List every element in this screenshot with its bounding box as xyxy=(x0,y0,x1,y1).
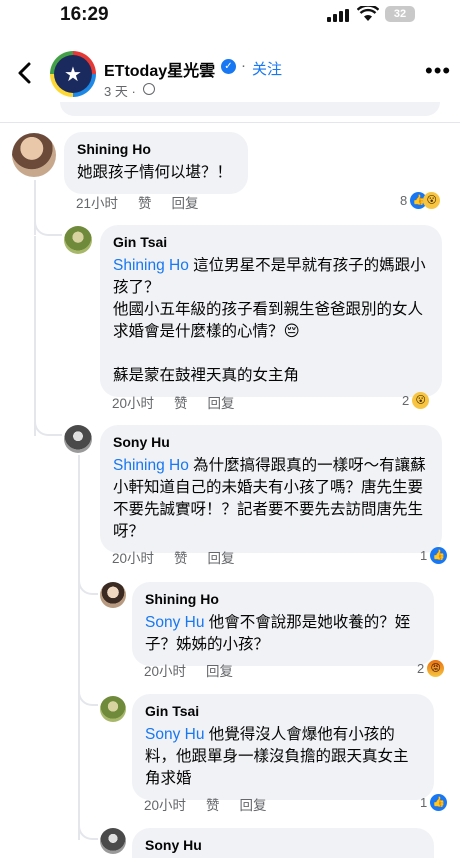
comment-text: 她跟孩子情何以堪？！ xyxy=(77,164,233,181)
post-time[interactable]: 3 天 · xyxy=(104,81,136,100)
avatar[interactable] xyxy=(64,226,92,254)
like-button[interactable]: 赞 xyxy=(138,196,152,211)
comment-author[interactable]: Sony Hu xyxy=(145,837,421,853)
comment-text: Sony Hu 他會不會說那是她收養的？姪子？姊姊的小孩？ xyxy=(145,612,421,656)
reaction-count: 1 xyxy=(420,795,428,810)
post-preview-box xyxy=(60,102,440,116)
reply-button[interactable]: 回复 xyxy=(172,196,199,211)
post-content-peek xyxy=(0,102,460,118)
angry-reaction-icon: 😡 xyxy=(427,660,445,677)
separator-dot: · xyxy=(241,57,246,74)
comment-time: 21小时 xyxy=(76,196,119,211)
comment-author[interactable]: Shining Ho xyxy=(145,591,421,607)
comment-text: Sony Hu 他覺得沒人會爆他有小孩的料，他跟單身一樣沒負擔的跟天真女主角求婚 xyxy=(145,724,421,790)
comment: Shining Ho 她跟孩子情何以堪？！ 21小时 赞 回复 8 👍 😮 xyxy=(0,130,460,215)
comment-author[interactable]: Gin Tsai xyxy=(113,234,429,250)
reaction-count: 1 xyxy=(420,548,428,563)
battery-icon: 32 xyxy=(385,6,415,22)
comment-bubble: Gin Tsai Shining Ho 這位男星不是早就有孩子的媽跟小孩了？ 他… xyxy=(100,225,442,397)
comment: Sony Hu xyxy=(0,826,460,858)
comment-bubble: Shining Ho 她跟孩子情何以堪？！ xyxy=(64,132,248,194)
star-logo-icon: ★ xyxy=(54,55,92,93)
page-name[interactable]: ETtoday星光雲 xyxy=(104,57,215,81)
divider xyxy=(0,122,460,123)
avatar[interactable] xyxy=(100,696,126,722)
follow-button[interactable]: 关注 xyxy=(252,58,282,79)
avatar[interactable] xyxy=(12,133,56,177)
status-bar: 16:29 32 xyxy=(0,0,460,34)
comment-time: 20小时 xyxy=(112,551,155,566)
signal-icon xyxy=(327,9,351,22)
back-arrow-icon[interactable] xyxy=(12,60,38,86)
reaction-summary[interactable]: 2 😡 xyxy=(417,660,445,677)
avatar[interactable] xyxy=(100,582,126,608)
mention-link[interactable]: Sony Hu xyxy=(145,614,204,631)
comment-time: 20小时 xyxy=(112,396,155,411)
like-button[interactable]: 赞 xyxy=(174,551,188,566)
comment-bubble: Shining Ho Sony Hu 他會不會說那是她收養的？姪子？姊姊的小孩？ xyxy=(132,582,434,666)
avatar[interactable] xyxy=(64,425,92,453)
comment-meta: 20小时 赞 回复 xyxy=(112,547,255,567)
reaction-count: 8 xyxy=(400,193,408,208)
avatar[interactable] xyxy=(100,828,126,854)
like-reaction-icon: 👍 xyxy=(430,547,448,564)
like-button[interactable]: 赞 xyxy=(174,396,188,411)
comment-meta: 20小时 回复 xyxy=(144,660,253,680)
reaction-count: 2 xyxy=(417,661,425,676)
mention-link[interactable]: Sony Hu xyxy=(145,726,204,743)
comment-meta: 21小时 赞 回复 xyxy=(76,192,219,212)
comment-author[interactable]: Shining Ho xyxy=(77,141,235,157)
comment-bubble: Sony Hu xyxy=(132,828,434,858)
reaction-summary[interactable]: 1 👍 xyxy=(420,794,448,811)
comment: Shining Ho Sony Hu 他會不會說那是她收養的？姪子？姊姊的小孩？… xyxy=(0,580,460,685)
page-avatar[interactable]: ★ xyxy=(50,51,96,97)
mention-link[interactable]: Shining Ho xyxy=(113,257,189,274)
reaction-summary[interactable]: 8 👍 😮 xyxy=(400,192,441,209)
post-header: ★ ETtoday星光雲 ✓ · 关注 3 天 · ••• xyxy=(0,34,460,106)
wifi-icon xyxy=(357,6,379,21)
reply-button[interactable]: 回复 xyxy=(240,798,267,813)
comment-meta: 20小时 赞 回复 xyxy=(112,392,255,412)
reply-button[interactable]: 回复 xyxy=(208,551,235,566)
comment-bubble: Gin Tsai Sony Hu 他覺得沒人會爆他有小孩的料，他跟單身一樣沒負擔… xyxy=(132,694,434,800)
reaction-summary[interactable]: 2 😮 xyxy=(402,392,430,409)
status-time: 16:29 xyxy=(60,4,109,25)
like-button[interactable]: 赞 xyxy=(206,798,220,813)
globe-icon xyxy=(143,83,155,95)
comment-author[interactable]: Sony Hu xyxy=(113,434,429,450)
comment: Gin Tsai Shining Ho 這位男星不是早就有孩子的媽跟小孩了？ 他… xyxy=(0,220,460,420)
like-reaction-icon: 👍 xyxy=(430,794,448,811)
reaction-summary[interactable]: 1 👍 xyxy=(420,547,448,564)
wow-reaction-icon: 😮 xyxy=(423,192,441,209)
comment-time: 20小时 xyxy=(144,798,187,813)
comment-time: 20小时 xyxy=(144,664,187,679)
verified-badge-icon: ✓ xyxy=(221,59,236,74)
comment: Sony Hu Shining Ho 為什麼搞得跟真的一樣呀～有讓蘇小軒知道自己… xyxy=(0,420,460,575)
wow-reaction-icon: 😮 xyxy=(412,392,430,409)
comment-meta: 20小时 赞 回复 xyxy=(144,794,287,814)
more-options-icon[interactable]: ••• xyxy=(425,58,451,84)
mention-link[interactable]: Shining Ho xyxy=(113,457,189,474)
reply-button[interactable]: 回复 xyxy=(208,396,235,411)
comment-body: 這位男星不是早就有孩子的媽跟小孩了？ 他國小五年級的孩子看到親生爸爸跟別的女人求… xyxy=(113,257,426,384)
comment-text: Shining Ho 這位男星不是早就有孩子的媽跟小孩了？ 他國小五年級的孩子看… xyxy=(113,255,429,387)
comment-author[interactable]: Gin Tsai xyxy=(145,703,421,719)
comment: Gin Tsai Sony Hu 他覺得沒人會爆他有小孩的料，他跟單身一樣沒負擔… xyxy=(0,692,460,822)
reaction-count: 2 xyxy=(402,393,410,408)
comment-bubble: Sony Hu Shining Ho 為什麼搞得跟真的一樣呀～有讓蘇小軒知道自己… xyxy=(100,425,442,553)
reply-button[interactable]: 回复 xyxy=(206,664,233,679)
comment-text: Shining Ho 為什麼搞得跟真的一樣呀～有讓蘇小軒知道自己的未婚夫有小孩了… xyxy=(113,455,429,543)
